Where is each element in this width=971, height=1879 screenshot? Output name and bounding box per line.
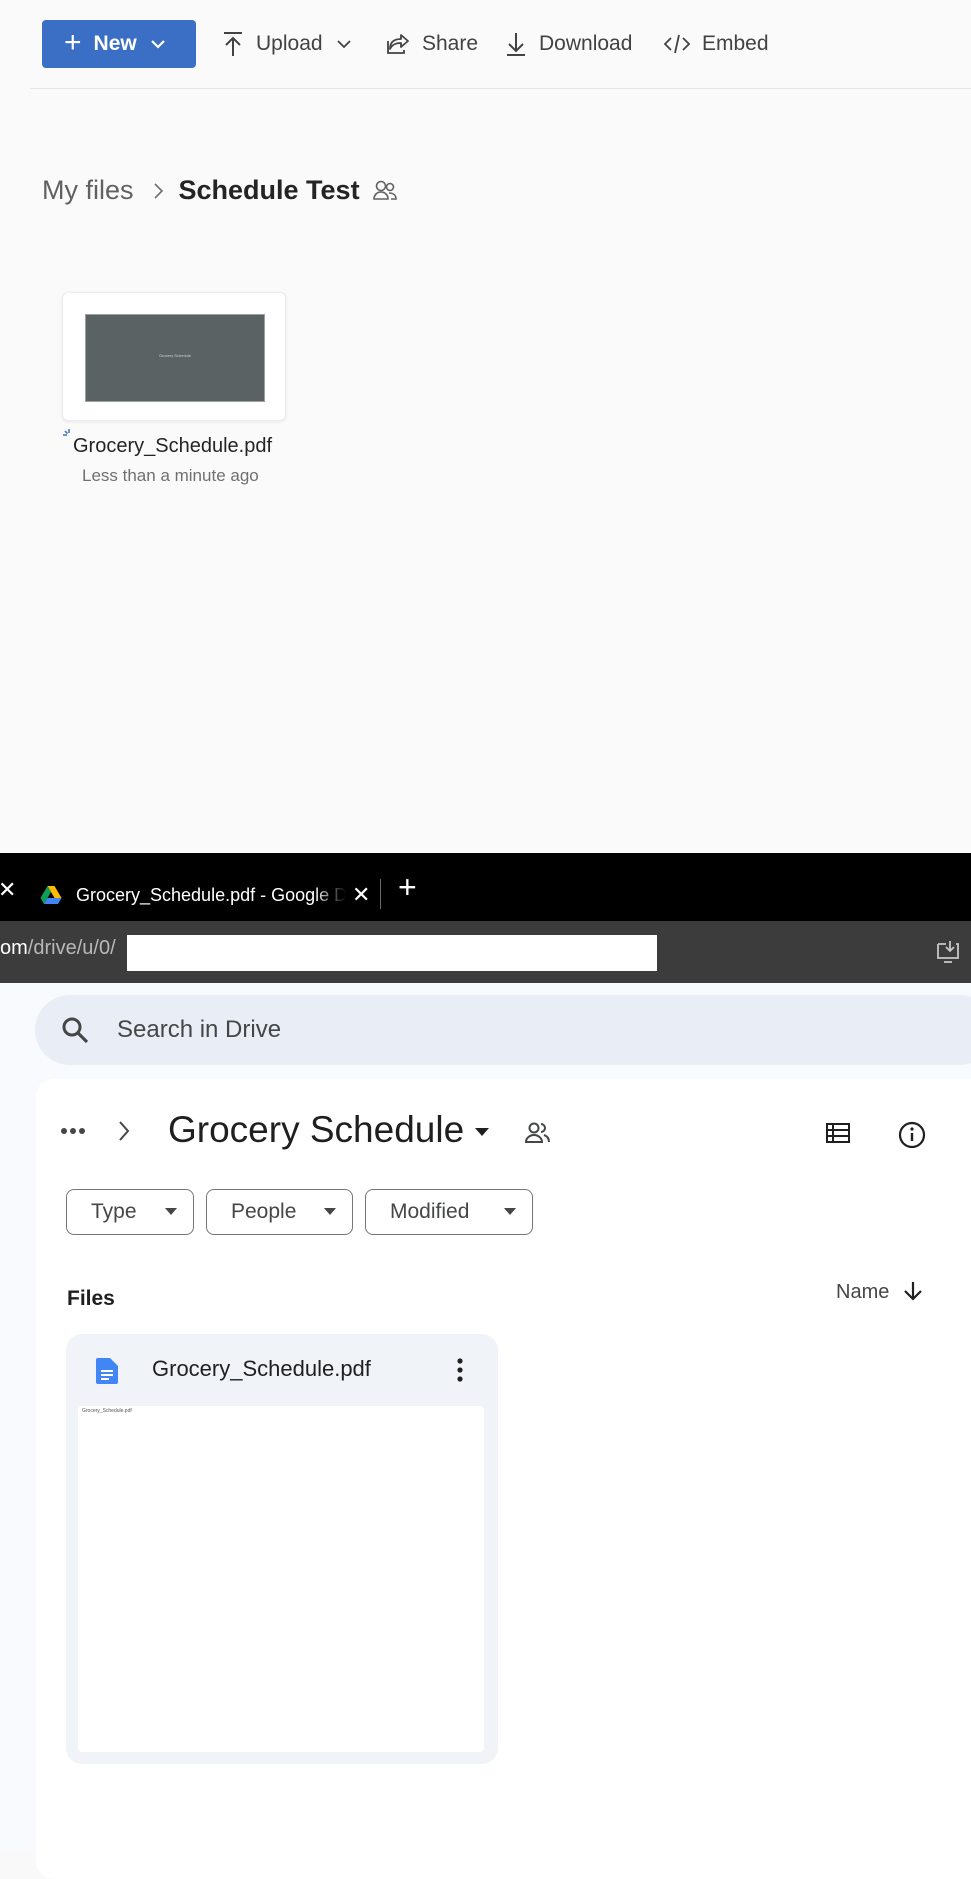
embed-label: Embed <box>702 32 769 55</box>
embed-button[interactable]: Embed <box>664 24 769 64</box>
thumbnail-text: Grocery Schedule <box>158 353 191 358</box>
new-tab-icon[interactable]: + <box>398 869 417 906</box>
shared-people-icon <box>372 180 397 200</box>
filter-people-label: People <box>231 1200 297 1223</box>
section-heading-files: Files <box>67 1287 115 1310</box>
share-button[interactable]: Share <box>386 24 478 64</box>
preview-text: Grocery_Schedule.pdf <box>82 1408 132 1414</box>
caret-down-icon <box>504 1208 516 1215</box>
file-card-name: Grocery_Schedule.pdf <box>152 1356 371 1381</box>
breadcrumb-my-files[interactable]: My files <box>42 175 134 206</box>
filter-type-chip[interactable]: Type <box>66 1189 194 1235</box>
info-icon[interactable] <box>898 1121 926 1149</box>
browser-window: ✕ Grocery_Schedule.pdf - Google Drive ✕ … <box>0 853 971 1879</box>
share-icon <box>387 34 409 54</box>
search-bar[interactable] <box>35 995 971 1065</box>
search-input[interactable] <box>115 1015 719 1045</box>
tab-strip: ✕ Grocery_Schedule.pdf - Google Drive ✕ … <box>0 853 971 921</box>
file-name[interactable]: Grocery_Schedule.pdf <box>73 435 272 458</box>
address-bar[interactable]: om/drive/u/0/ <box>0 921 971 983</box>
close-icon[interactable]: ✕ <box>0 877 16 903</box>
new-button[interactable]: + New <box>42 20 196 68</box>
chevron-down-icon <box>336 39 351 48</box>
shared-people-icon[interactable] <box>524 1121 552 1145</box>
list-view-icon[interactable] <box>826 1123 850 1143</box>
document-icon <box>96 1358 118 1384</box>
file-modified: Less than a minute ago <box>82 466 259 485</box>
tab-divider <box>380 879 381 909</box>
code-icon <box>664 34 690 54</box>
chevron-right-icon <box>153 182 163 199</box>
arrow-down-icon[interactable] <box>902 1280 924 1302</box>
more-horizontal-icon[interactable] <box>60 1127 86 1135</box>
command-bar: + New Upload Share Download Embed <box>30 0 971 89</box>
upload-label: Upload <box>256 32 323 55</box>
filter-type-label: Type <box>91 1200 137 1223</box>
upload-button[interactable]: Upload <box>222 24 351 64</box>
drive-page: Grocery Schedule Type People Modified Fi… <box>0 983 971 1879</box>
onedrive-pane: + New Upload Share Download Embed My fil… <box>0 0 971 853</box>
main-panel: Grocery Schedule Type People Modified Fi… <box>36 1079 971 1879</box>
file-preview: Grocery_Schedule.pdf <box>78 1406 484 1752</box>
url-path: /drive/u/0/ <box>27 937 116 959</box>
url-domain: om <box>0 937 28 959</box>
tab-title: Grocery_Schedule.pdf - Google Drive <box>76 884 346 905</box>
download-icon <box>507 33 525 56</box>
url-text[interactable]: om/drive/u/0/ <box>0 937 116 960</box>
url-redaction <box>127 935 657 971</box>
caret-down-icon <box>324 1208 336 1215</box>
upload-icon <box>224 32 242 56</box>
sort-by-name-button[interactable]: Name <box>836 1281 889 1304</box>
install-app-icon[interactable] <box>935 940 961 964</box>
folder-title[interactable]: Grocery Schedule <box>168 1109 464 1151</box>
filter-people-chip[interactable]: People <box>206 1189 353 1235</box>
tab-close-icon[interactable]: ✕ <box>352 882 370 908</box>
search-icon <box>62 1017 89 1044</box>
breadcrumb-current-folder: Schedule Test <box>178 175 360 205</box>
more-vertical-icon[interactable] <box>456 1358 464 1382</box>
breadcrumb: My files Schedule Test <box>42 175 398 206</box>
filter-modified-label: Modified <box>390 1200 470 1223</box>
file-thumbnail: Grocery Schedule <box>85 314 265 402</box>
caret-down-icon[interactable] <box>474 1127 490 1137</box>
share-label: Share <box>422 32 479 55</box>
download-label: Download <box>539 32 633 55</box>
file-tile[interactable]: Grocery Schedule <box>62 292 286 421</box>
file-card[interactable]: Grocery_Schedule.pdf Grocery_Schedule.pd… <box>66 1334 498 1764</box>
new-button-label: New <box>93 32 137 55</box>
caret-down-icon <box>165 1208 177 1215</box>
browser-tab-active[interactable]: Grocery_Schedule.pdf - Google Drive ✕ <box>22 869 374 921</box>
chevron-down-icon <box>150 39 165 49</box>
download-button[interactable]: Download <box>505 24 632 64</box>
filter-modified-chip[interactable]: Modified <box>365 1189 533 1235</box>
chevron-right-icon <box>119 1121 130 1141</box>
google-drive-logo-icon <box>40 886 62 904</box>
plus-icon: + <box>64 25 82 59</box>
